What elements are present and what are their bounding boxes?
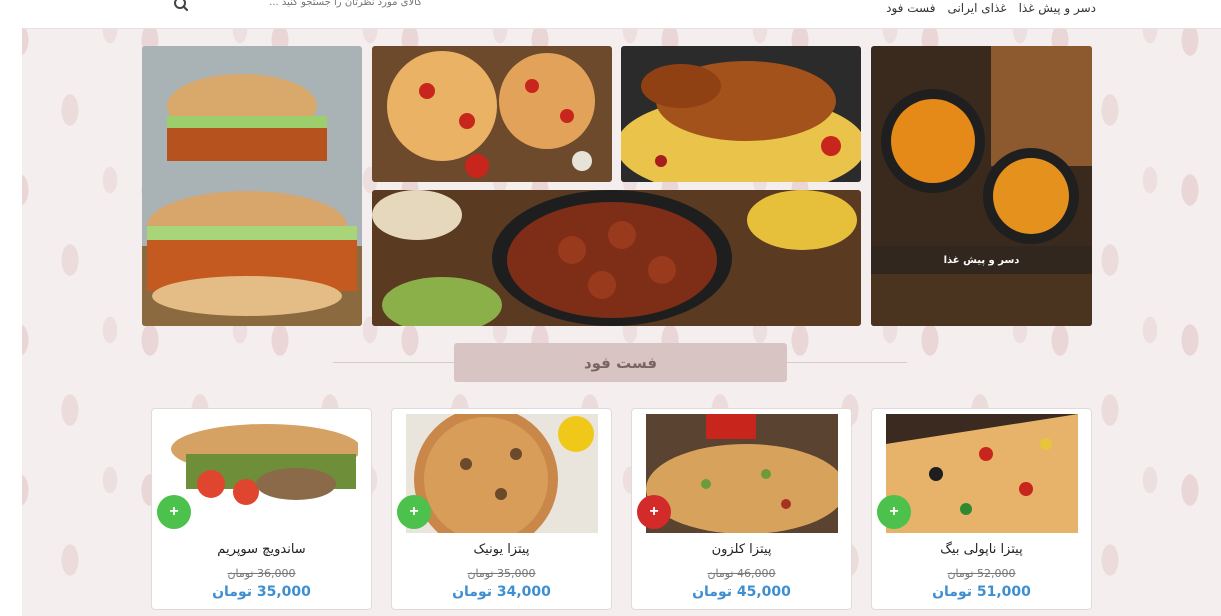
section-title: فست فود bbox=[454, 343, 787, 382]
top-bar: فست فود غذای ایرانی دسر و پیش غذا bbox=[22, 0, 1221, 29]
plus-icon: + bbox=[169, 503, 179, 520]
pizza-image bbox=[372, 46, 612, 182]
product-old-price: 46,000 تومان bbox=[707, 567, 776, 580]
stew-image bbox=[372, 190, 861, 326]
product-name: پیتزا کلزون bbox=[711, 542, 772, 557]
plus-icon: + bbox=[649, 503, 659, 520]
banner-chicken-rice[interactable] bbox=[621, 46, 861, 182]
banner-pizza[interactable] bbox=[372, 46, 612, 182]
add-to-cart-button[interactable]: + bbox=[637, 495, 671, 529]
banner-soup[interactable]: دسر و پیش غذا bbox=[871, 46, 1092, 326]
product-card[interactable]: + ساندویچ سوپریم 36,000 تومان 35,000 توم… bbox=[151, 408, 372, 610]
product-image bbox=[646, 414, 838, 533]
product-new-price: 45,000 تومان bbox=[692, 584, 791, 600]
banner-burger[interactable] bbox=[142, 46, 362, 326]
left-margin bbox=[0, 0, 22, 616]
product-old-price: 35,000 تومان bbox=[467, 567, 536, 580]
plus-icon: + bbox=[889, 503, 899, 520]
product-new-price: 35,000 تومان bbox=[212, 584, 311, 600]
soup-image bbox=[871, 46, 1092, 326]
burger-image bbox=[142, 46, 362, 326]
product-name: پیتزا ناپولی بیگ bbox=[940, 542, 1023, 557]
product-new-price: 34,000 تومان bbox=[452, 584, 551, 600]
product-old-price: 36,000 تومان bbox=[227, 567, 296, 580]
plus-icon: + bbox=[409, 503, 419, 520]
product-image bbox=[886, 414, 1078, 533]
main-nav: فست فود غذای ایرانی دسر و پیش غذا bbox=[886, 0, 1096, 16]
product-card[interactable]: + پیتزا ناپولی بیگ 52,000 تومان 51,000 ت… bbox=[871, 408, 1092, 610]
product-new-price: 51,000 تومان bbox=[932, 584, 1031, 600]
nav-item-fastfood[interactable]: فست فود bbox=[886, 0, 935, 16]
product-name: ساندویچ سوپریم bbox=[217, 542, 306, 557]
section-divider-right bbox=[787, 362, 907, 363]
search-input[interactable] bbox=[192, 0, 422, 8]
nav-item-iranian[interactable]: غذای ایرانی bbox=[947, 0, 1006, 16]
banner-stew[interactable] bbox=[372, 190, 861, 326]
search-icon bbox=[174, 0, 189, 12]
section-divider-left bbox=[333, 362, 455, 363]
add-to-cart-button[interactable]: + bbox=[157, 495, 191, 529]
product-image bbox=[406, 414, 598, 533]
product-card[interactable]: + پیتزا کلزون 46,000 تومان 45,000 تومان bbox=[631, 408, 852, 610]
search-box bbox=[172, 0, 422, 15]
add-to-cart-button[interactable]: + bbox=[877, 495, 911, 529]
chicken-rice-image bbox=[621, 46, 861, 182]
product-old-price: 52,000 تومان bbox=[947, 567, 1016, 580]
add-to-cart-button[interactable]: + bbox=[397, 495, 431, 529]
nav-item-dessert[interactable]: دسر و پیش غذا bbox=[1019, 0, 1096, 16]
product-card[interactable]: + پیتزا یونیک 35,000 تومان 34,000 تومان bbox=[391, 408, 612, 610]
search-button[interactable] bbox=[172, 0, 190, 15]
banner-caption: دسر و پیش غذا bbox=[871, 246, 1092, 274]
product-name: پیتزا یونیک bbox=[473, 542, 530, 557]
product-image bbox=[166, 414, 358, 533]
